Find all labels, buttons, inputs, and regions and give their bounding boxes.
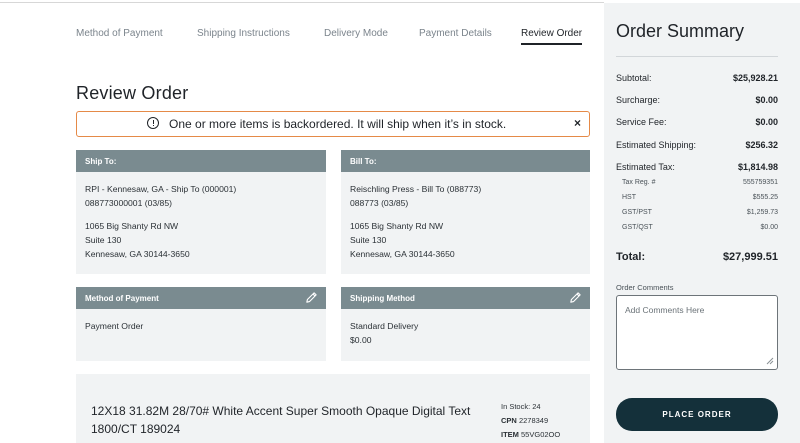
product-item: 55VG02OO bbox=[521, 430, 561, 439]
step-payment-details[interactable]: Payment Details bbox=[419, 28, 492, 39]
surcharge-label: Surcharge: bbox=[616, 95, 661, 105]
surcharge-row: Surcharge: $0.00 bbox=[616, 95, 778, 105]
product-cpn-label: CPN bbox=[501, 416, 517, 425]
ship-to-name: RPI - Kennesaw, GA - Ship To (000001) bbox=[85, 184, 237, 194]
bill-to-address-line3: Kennesaw, GA 30144-3650 bbox=[350, 249, 455, 259]
subtotal-label: Subtotal: bbox=[616, 73, 652, 83]
step-delivery-mode[interactable]: Delivery Mode bbox=[324, 28, 388, 39]
shipping-method-price: $0.00 bbox=[350, 335, 372, 345]
estimated-tax-row: Estimated Tax: $1,814.98 bbox=[616, 162, 778, 172]
resize-handle-icon[interactable] bbox=[764, 355, 774, 365]
product-name: 12X18 31.82M 28/70# White Accent Super S… bbox=[91, 404, 471, 436]
method-of-payment-value: Payment Order bbox=[85, 321, 144, 331]
tax-reg-label: Tax Reg. # bbox=[622, 179, 656, 186]
gst-qst-value: $0.00 bbox=[760, 224, 778, 231]
estimated-tax-label: Estimated Tax: bbox=[616, 162, 675, 172]
alert-message: One or more items is backordered. It wil… bbox=[169, 117, 507, 131]
product-card: 12X18 31.82M 28/70# White Accent Super S… bbox=[76, 374, 590, 443]
ship-to-card: Ship To: RPI - Kennesaw, GA - Ship To (0… bbox=[76, 150, 326, 274]
order-summary-title: Order Summary bbox=[616, 21, 745, 41]
page-title: Review Order bbox=[76, 83, 189, 103]
hst-label: HST bbox=[622, 194, 636, 201]
bill-to-address-line2: Suite 130 bbox=[350, 235, 387, 245]
tax-reg-row: Tax Reg. # 555759351 bbox=[622, 179, 778, 186]
order-summary-panel: Order Summary Subtotal: $25,928.21 Surch… bbox=[604, 3, 800, 443]
method-of-payment-heading: Method of Payment bbox=[85, 294, 159, 303]
shipping-method-value: Standard Delivery bbox=[350, 321, 419, 331]
tax-reg-value: 555759351 bbox=[742, 179, 778, 186]
step-method-of-payment[interactable]: Method of Payment bbox=[76, 28, 163, 39]
service-fee-value: $0.00 bbox=[755, 117, 778, 127]
surcharge-value: $0.00 bbox=[755, 95, 778, 105]
method-of-payment-card: Method of Payment Payment Order bbox=[76, 287, 326, 361]
estimated-tax-value: $1,814.98 bbox=[737, 162, 778, 172]
gst-pst-row: GST/PST $1,259.73 bbox=[622, 209, 778, 216]
ship-to-account: 088773000001 (03/85) bbox=[85, 198, 172, 208]
place-order-button[interactable]: PLACE ORDER bbox=[616, 398, 778, 431]
order-comments-label: Order Comments bbox=[616, 283, 674, 292]
gst-pst-label: GST/PST bbox=[622, 209, 652, 216]
summary-divider bbox=[616, 56, 778, 57]
product-item-label: ITEM bbox=[501, 430, 519, 439]
product-meta: In Stock: 24 CPN 2278349 ITEM 55VG02OO bbox=[501, 400, 560, 442]
hst-row: HST $555.25 bbox=[622, 194, 778, 201]
ship-to-address-line1: 1065 Big Shanty Rd NW bbox=[85, 221, 179, 231]
order-comments-input[interactable] bbox=[616, 295, 778, 370]
total-value: $27,999.51 bbox=[722, 251, 778, 263]
bill-to-name: Reischling Press - Bill To (088773) bbox=[350, 184, 482, 194]
ship-to-address-line3: Kennesaw, GA 30144-3650 bbox=[85, 249, 190, 259]
gst-qst-row: GST/QST $0.00 bbox=[622, 224, 778, 231]
product-cpn: 2278349 bbox=[518, 416, 549, 425]
checkout-steps: Method of Payment Shipping Instructions … bbox=[76, 28, 588, 48]
hst-value: $555.25 bbox=[752, 194, 778, 201]
bill-to-address-line1: 1065 Big Shanty Rd NW bbox=[350, 221, 444, 231]
pencil-icon[interactable] bbox=[305, 291, 318, 304]
service-fee-row: Service Fee: $0.00 bbox=[616, 117, 778, 127]
step-review-order[interactable]: Review Order bbox=[521, 28, 583, 45]
estimated-shipping-value: $256.32 bbox=[745, 140, 778, 150]
estimated-shipping-row: Estimated Shipping: $256.32 bbox=[616, 140, 778, 150]
service-fee-label: Service Fee: bbox=[616, 117, 667, 127]
info-circle-icon bbox=[147, 117, 159, 129]
step-shipping-instructions[interactable]: Shipping Instructions bbox=[197, 28, 290, 39]
bill-to-card: Bill To: Reischling Press - Bill To (088… bbox=[341, 150, 590, 274]
shipping-method-card: Shipping Method Standard Delivery $0.00 bbox=[341, 287, 590, 361]
top-divider bbox=[0, 2, 604, 3]
subtotal-value: $25,928.21 bbox=[732, 73, 778, 83]
total-row: Total: $27,999.51 bbox=[616, 251, 778, 263]
gst-qst-label: GST/QST bbox=[622, 224, 653, 231]
pencil-icon[interactable] bbox=[569, 291, 582, 304]
product-in-stock: In Stock: 24 bbox=[501, 402, 541, 411]
total-label: Total: bbox=[616, 251, 646, 263]
bill-to-account: 088773 (03/85) bbox=[350, 198, 409, 208]
shipping-method-heading: Shipping Method bbox=[350, 294, 415, 303]
ship-to-address-line2: Suite 130 bbox=[85, 235, 122, 245]
estimated-shipping-label: Estimated Shipping: bbox=[616, 140, 697, 150]
bill-to-heading: Bill To: bbox=[341, 150, 590, 172]
backorder-alert: One or more items is backordered. It wil… bbox=[76, 111, 590, 137]
ship-to-heading: Ship To: bbox=[76, 150, 326, 172]
close-icon[interactable]: × bbox=[574, 116, 581, 130]
gst-pst-value: $1,259.73 bbox=[746, 209, 778, 216]
subtotal-row: Subtotal: $25,928.21 bbox=[616, 73, 778, 83]
